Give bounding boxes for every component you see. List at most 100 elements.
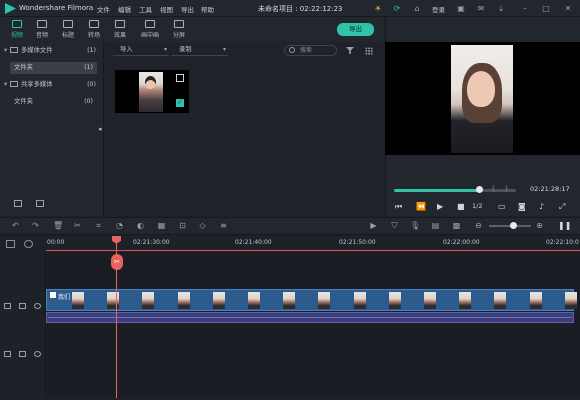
- effects-icon: [115, 20, 125, 28]
- clip-frame: [212, 292, 225, 309]
- fullscreen-icon[interactable]: ⤢: [559, 202, 565, 212]
- undo-icon[interactable]: ↶: [11, 221, 20, 230]
- split-screen-icon: [174, 20, 184, 28]
- mail-icon[interactable]: ✉: [476, 4, 486, 13]
- clip-frame: [459, 292, 472, 309]
- eye-icon[interactable]: [34, 351, 41, 357]
- close-icon[interactable]: ✕: [563, 4, 573, 13]
- folder-icon: [10, 81, 18, 87]
- display-icon[interactable]: ▭: [498, 202, 506, 211]
- login-link[interactable]: 登录: [432, 4, 445, 14]
- project-title: 未命名项目 : 02:22:12:23: [258, 5, 343, 13]
- minimize-icon[interactable]: –: [520, 4, 530, 13]
- tab-pip[interactable]: 画中画: [135, 17, 165, 42]
- step-back-icon[interactable]: ⏪: [416, 202, 426, 211]
- title-icon: [63, 20, 73, 28]
- ruler-tick: 02:21:30:00: [133, 239, 170, 246]
- menu-edit[interactable]: 编辑: [118, 4, 131, 14]
- clip-frame: [177, 292, 190, 309]
- menu-tools[interactable]: 工具: [139, 4, 152, 14]
- lock-icon[interactable]: [19, 303, 26, 309]
- maximize-icon[interactable]: □: [541, 4, 551, 13]
- eye-icon[interactable]: [34, 303, 41, 309]
- zoom-in-icon[interactable]: ⊕: [535, 221, 544, 230]
- video-track-icon: [4, 351, 11, 357]
- music-icon: [37, 20, 47, 28]
- tab-titles[interactable]: 标题: [55, 17, 81, 42]
- tab-video[interactable]: 视频: [4, 17, 30, 42]
- transition-icon: [89, 20, 99, 28]
- marker-icon[interactable]: ⛉: [390, 221, 399, 230]
- delete-icon[interactable]: 🗑: [53, 221, 63, 230]
- import-dropdown[interactable]: 导入 ▾: [113, 45, 169, 56]
- stop-icon[interactable]: ■: [457, 202, 465, 211]
- search-input[interactable]: 搜索: [284, 45, 337, 56]
- menu-export[interactable]: 导出: [181, 4, 194, 14]
- check-icon: ✓: [176, 99, 184, 107]
- thumbnail-portrait: [145, 76, 156, 89]
- tab-effects[interactable]: 效果: [107, 17, 133, 42]
- skip-back-icon[interactable]: ⏮: [395, 202, 402, 212]
- new-folder-icon[interactable]: [14, 200, 22, 207]
- download-icon[interactable]: ⤓: [496, 4, 506, 13]
- clip-frame: [283, 292, 296, 309]
- microphone-icon[interactable]: 🎙: [410, 221, 420, 230]
- adjust-icon[interactable]: ≡: [219, 221, 228, 230]
- snapshot-icon[interactable]: ▩: [452, 221, 461, 230]
- tab-split-screen[interactable]: 分屏: [166, 17, 192, 42]
- add-track-icon[interactable]: [6, 240, 15, 248]
- folder-icon[interactable]: [36, 200, 44, 207]
- clip-frame: [494, 292, 507, 309]
- volume-icon[interactable]: ♪: [539, 202, 544, 211]
- tab-transitions[interactable]: 转场: [81, 17, 107, 42]
- chevron-down-icon: ▾: [163, 46, 167, 53]
- save-icon[interactable]: ▣: [456, 4, 466, 13]
- zoom-out-icon[interactable]: ⊖: [474, 221, 483, 230]
- clip-label: 我们: [58, 294, 71, 301]
- clip-frame: [248, 292, 260, 309]
- lock-icon[interactable]: [19, 351, 26, 357]
- ruler-tick: 00:00: [47, 239, 65, 246]
- export-button[interactable]: 导出: [337, 23, 374, 36]
- clip-frame: [529, 292, 542, 309]
- library-item-media[interactable]: ▾ 多媒体文件 (1): [4, 45, 100, 57]
- green-screen-icon[interactable]: ▦: [157, 221, 166, 230]
- ruler-baseline: [46, 250, 580, 251]
- sun-icon[interactable]: ☀: [373, 4, 383, 13]
- library-item-shared[interactable]: ▾ 共享多媒体 (0): [4, 79, 100, 91]
- collapse-panel-icon[interactable]: ◂: [98, 125, 104, 133]
- crop-icon[interactable]: ⌗: [94, 221, 103, 230]
- tab-audio[interactable]: 音频: [29, 17, 55, 42]
- clip-frame: [353, 292, 366, 309]
- link-icon[interactable]: [24, 240, 33, 248]
- menu-help[interactable]: 帮助: [201, 4, 214, 14]
- stabilize-icon[interactable]: ⊡: [178, 221, 187, 230]
- record-dropdown[interactable]: 录制 ▾: [172, 45, 228, 56]
- library-item-shared-folder[interactable]: 文件夹 (0): [14, 96, 97, 108]
- render-icon[interactable]: ▶: [369, 221, 378, 230]
- sync-icon[interactable]: ⟳: [392, 4, 402, 13]
- gift-icon[interactable]: ⌂: [412, 4, 422, 13]
- keyframe-icon[interactable]: ◇: [198, 221, 207, 230]
- grid-view-icon[interactable]: [365, 47, 373, 55]
- cut-icon[interactable]: ✂: [73, 221, 82, 230]
- clip-frame: [142, 292, 155, 309]
- ruler-tick: 02:21:50:00: [339, 239, 376, 246]
- speed-icon[interactable]: ◔: [115, 221, 124, 230]
- menu-view[interactable]: 视图: [160, 4, 173, 14]
- color-icon[interactable]: ◐: [136, 221, 145, 230]
- mark-in-out-icon[interactable]: { }: [491, 185, 509, 193]
- clip-frame: [564, 292, 577, 309]
- pip-icon: [145, 20, 155, 28]
- zoom-slider-handle[interactable]: [510, 222, 517, 229]
- library-item-folder[interactable]: 文件夹 (1): [10, 62, 97, 74]
- menu-file[interactable]: 文件: [97, 4, 110, 14]
- voiceover-icon[interactable]: ▤: [431, 221, 440, 230]
- pause-render-icon[interactable]: ❚❚: [558, 221, 571, 230]
- camera-icon[interactable]: ◙: [518, 202, 526, 211]
- split-scissor-icon[interactable]: ✂: [111, 254, 123, 270]
- redo-icon[interactable]: ↷: [31, 221, 40, 230]
- clip-frame: [388, 292, 401, 309]
- preview-ratio-select[interactable]: 1/2: [472, 202, 482, 210]
- play-icon[interactable]: ▶: [437, 202, 443, 211]
